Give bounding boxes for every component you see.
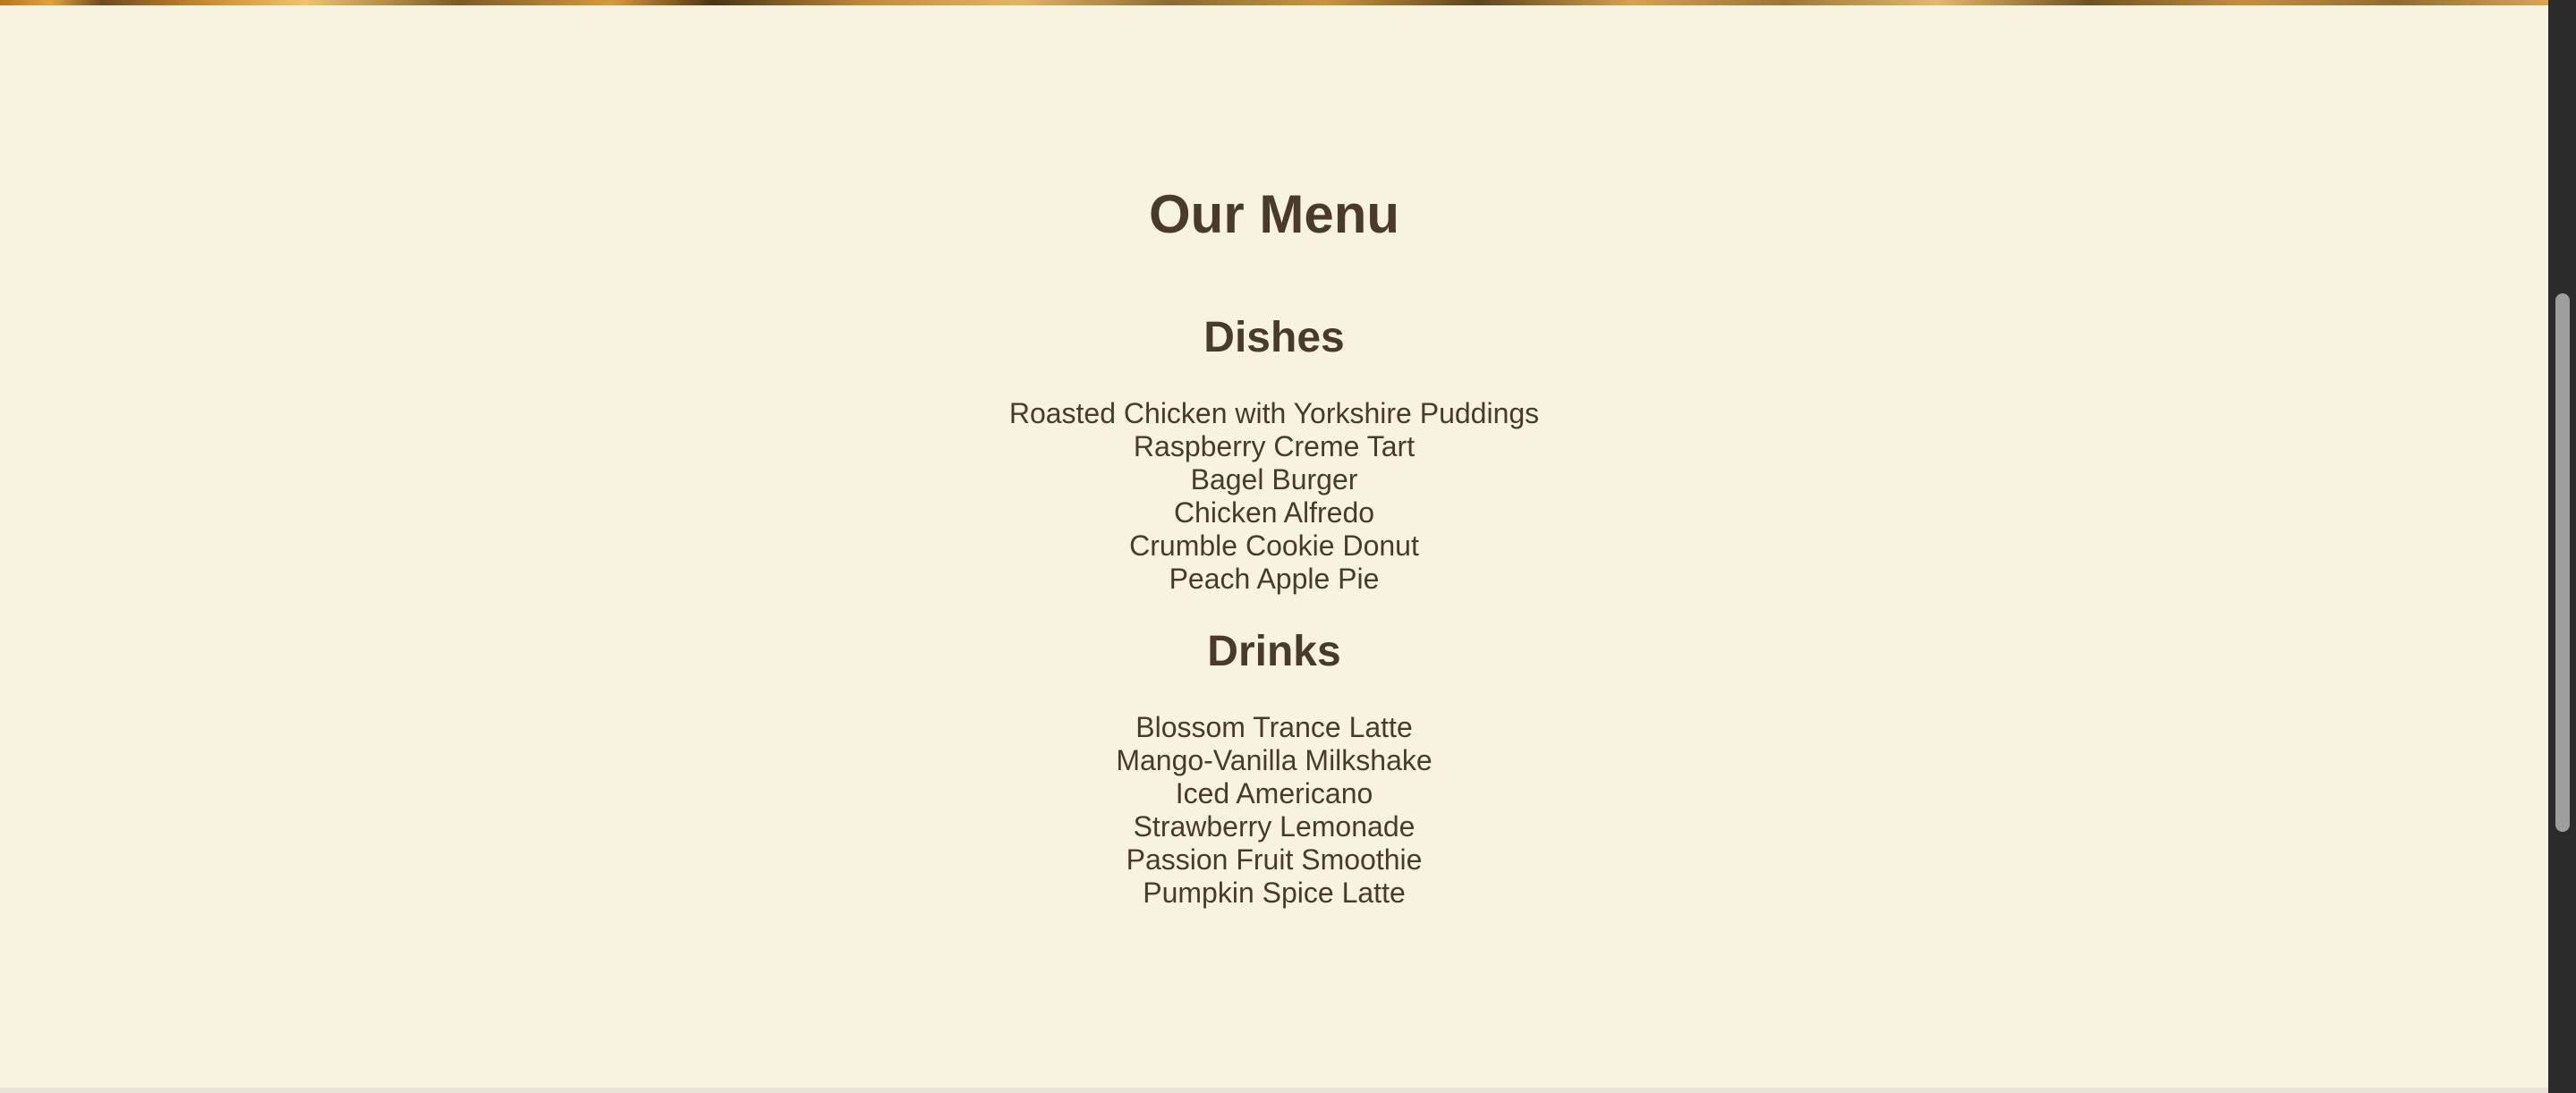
scrollbar-thumb[interactable] <box>2555 293 2570 832</box>
drink-item: Mango-Vanilla Milkshake <box>1116 744 1433 776</box>
drinks-list: Blossom Trance Latte Mango-Vanilla Milks… <box>0 711 2548 910</box>
drink-item: Blossom Trance Latte <box>1135 711 1413 743</box>
drink-item: Pumpkin Spice Latte <box>1143 877 1406 909</box>
drink-item: Strawberry Lemonade <box>1133 810 1416 843</box>
vertical-scrollbar[interactable] <box>2548 0 2576 1093</box>
dish-item: Bagel Burger <box>1190 463 1358 496</box>
dish-item: Peach Apple Pie <box>1169 563 1380 595</box>
page-viewport: Our Menu Dishes Roasted Chicken with Yor… <box>0 0 2548 1093</box>
drinks-heading: Drinks <box>1207 628 1341 675</box>
dishes-heading: Dishes <box>1203 314 1345 361</box>
hero-image-bottom-edge <box>0 0 2548 5</box>
page-bottom-border <box>0 1088 2548 1093</box>
dish-item: Roasted Chicken with Yorkshire Puddings <box>1008 397 1540 429</box>
drink-item: Iced Americano <box>1175 777 1373 809</box>
dishes-list: Roasted Chicken with Yorkshire Puddings … <box>0 397 2548 596</box>
dish-item: Crumble Cookie Donut <box>1129 530 1419 562</box>
menu-title: Our Menu <box>1149 184 1399 244</box>
dish-item: Raspberry Creme Tart <box>1133 430 1416 462</box>
drink-item: Passion Fruit Smoothie <box>1126 843 1423 876</box>
dish-item: Chicken Alfredo <box>1173 496 1375 529</box>
